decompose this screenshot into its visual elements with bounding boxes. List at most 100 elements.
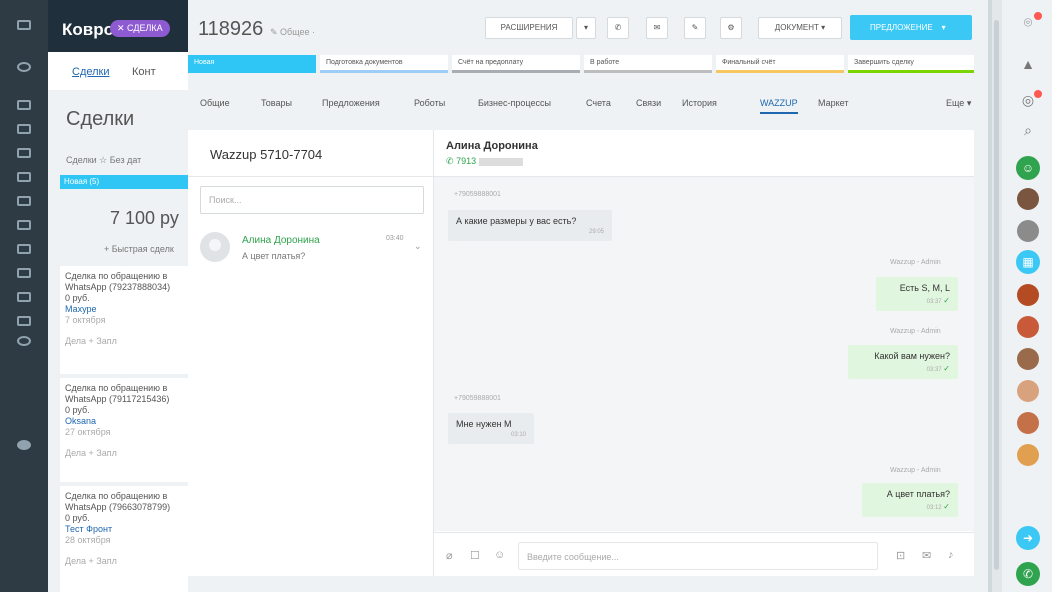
deal-panel: 118926 ✎ Общее · РАСШИРЕНИЯ ▾ ✆ ✉ ✎ ⚙ ДО… (188, 0, 988, 592)
deal-category[interactable]: ✎ Общее · (270, 27, 315, 38)
extensions-button[interactable]: РАСШИРЕНИЯ (485, 17, 573, 39)
message-text: Есть S, M, L (899, 283, 950, 293)
message-time: 03:37 (926, 299, 942, 305)
offer-button[interactable]: ПРЕДЛОЖЕНИЕ ▾ (850, 15, 972, 40)
quick-reply-icon[interactable]: ⊡ (896, 549, 905, 562)
avatar[interactable] (1017, 284, 1039, 306)
tab-robots[interactable]: Роботы (414, 98, 445, 108)
message-time: 03:10 (510, 432, 526, 438)
attach-icon[interactable]: ⌀ (446, 549, 453, 562)
company-logo: Ковро (62, 20, 114, 39)
stage-in-progress[interactable]: В работе (584, 55, 712, 73)
feed-icon[interactable] (17, 100, 31, 110)
check-icon: ✓ (943, 502, 950, 511)
avatar[interactable] (1017, 380, 1039, 402)
menu-icon[interactable] (17, 20, 31, 30)
deal-card-amount: 0 руб. (65, 293, 90, 303)
avatar[interactable] (1017, 316, 1039, 338)
chevron-down-icon[interactable]: ⌄ (414, 241, 422, 252)
stage-new[interactable]: Новая (188, 55, 316, 73)
settings-icon[interactable] (17, 336, 31, 346)
nav-contacts[interactable]: Конт (132, 66, 156, 78)
message-input[interactable]: Введите сообщение... (518, 542, 878, 570)
template-icon[interactable]: ☐ (470, 549, 480, 562)
message-time: 03:12 (926, 505, 942, 511)
phone-call-icon[interactable]: ✆ (1016, 562, 1040, 586)
message-list[interactable]: +79059888001 А какие размеры у вас есть?… (434, 176, 974, 531)
phone-icon[interactable]: ✆ (607, 17, 629, 39)
divider (188, 176, 434, 177)
stage-docs[interactable]: Подготовка документов (320, 55, 448, 73)
peer-name: Алина Доронина (446, 140, 538, 152)
tab-links[interactable]: Связи (636, 98, 661, 108)
offer-button-label: ПРЕДЛОЖЕНИЕ (870, 23, 933, 32)
filter-bar[interactable]: Сделки ☆ Без дат (66, 155, 141, 166)
stage-sum: 7 100 ру (110, 208, 179, 228)
extensions-dropdown[interactable]: ▾ (576, 17, 596, 39)
tab-business-processes[interactable]: Бизнес-процессы (478, 98, 551, 108)
quick-add-deal[interactable]: + Быстрая сделк (104, 244, 174, 254)
tab-general[interactable]: Общие (200, 98, 230, 108)
home-icon[interactable] (17, 62, 31, 72)
gear-icon[interactable]: ⚙ (720, 17, 742, 39)
contact-time: 03:40 (386, 235, 404, 242)
tab-offers[interactable]: Предложения (322, 98, 380, 108)
peer-phone-number: 7913 (456, 156, 477, 166)
emoji-icon[interactable]: ☺ (494, 549, 505, 561)
document-button[interactable]: ДОКУМЕНТ ▾ (758, 17, 842, 39)
stage-close-deal[interactable]: Завершить сделку (848, 55, 974, 73)
crm-navbar (48, 52, 190, 90)
avatar[interactable] (1017, 188, 1039, 210)
message-out: Какой вам нужен? 03:37 ✓ (848, 345, 958, 379)
workgroups-icon[interactable] (17, 292, 31, 302)
calendar-avatar[interactable]: ▦ (1016, 250, 1040, 274)
scrollbar-thumb[interactable] (994, 20, 999, 570)
avatar[interactable] (1017, 220, 1039, 242)
bot-icon[interactable] (17, 316, 31, 326)
calendar-icon[interactable] (17, 196, 31, 206)
tab-market[interactable]: Маркет (818, 98, 848, 108)
deal-card-footer: Дела + Запл (65, 448, 117, 458)
nav-deals[interactable]: Сделки (72, 66, 110, 78)
tab-more[interactable]: Еще ▾ (946, 98, 971, 109)
mail-icon[interactable]: ✉ (922, 549, 931, 562)
deal-card[interactable]: Сделка по обращению в WhatsApp (79663078… (60, 486, 190, 592)
drive-icon[interactable] (17, 220, 31, 230)
deal-id: 118926 (198, 18, 264, 40)
open-deal-tab[interactable]: ✕ СДЕЛКА (110, 20, 170, 37)
chat-icon[interactable] (17, 172, 31, 182)
deal-card-client: Махуре (65, 304, 97, 314)
chat-widget-icon[interactable]: ➜ (1016, 526, 1040, 550)
avatar[interactable] (1017, 348, 1039, 370)
left-sidebar (0, 0, 48, 592)
avatar[interactable] (1017, 444, 1039, 466)
tab-history[interactable]: История (682, 98, 717, 108)
mail-icon[interactable]: ✉ (646, 17, 668, 39)
tasks-icon[interactable] (17, 124, 31, 134)
crm-icon[interactable] (17, 244, 31, 254)
user-icon[interactable] (17, 440, 31, 450)
check-icon: ✓ (943, 296, 950, 305)
deal-card[interactable]: Сделка по обращению в WhatsApp (79237888… (60, 266, 190, 374)
message-in: Мне нужен M 03:10 (448, 413, 534, 444)
stage-final-invoice[interactable]: Финальный счёт (716, 55, 844, 73)
mail-icon[interactable] (17, 268, 31, 278)
bot-avatar[interactable]: ☺ (1016, 156, 1040, 180)
document-button-label: ДОКУМЕНТ (774, 23, 819, 32)
chat-bubble-icon[interactable]: ✎ (684, 17, 706, 39)
message-text: Какой вам нужен? (874, 351, 950, 361)
cart-icon[interactable] (17, 148, 31, 158)
search-icon[interactable]: ⌕ (1019, 122, 1037, 139)
notifications-icon[interactable]: ▲ (1019, 56, 1037, 72)
microphone-icon[interactable]: ♪ (948, 549, 954, 561)
tab-invoices[interactable]: Счета (586, 98, 611, 108)
tab-wazzup[interactable]: WAZZUP (760, 98, 798, 114)
stage-prepay-invoice[interactable]: Счёт на предоплату (452, 55, 580, 73)
avatar[interactable] (1017, 412, 1039, 434)
message-sender: Wazzup - Admin (890, 328, 941, 335)
search-input[interactable]: Поиск... (200, 186, 424, 214)
deal-card[interactable]: Сделка по обращению в WhatsApp (79117215… (60, 378, 190, 482)
chat-list-item[interactable]: Алина Доронина А цвет платья? 03:40 ⌄ (200, 228, 426, 268)
tab-products[interactable]: Товары (261, 98, 292, 108)
message-composer: ⌀ ☐ ☺ Введите сообщение... ⊡ ✉ ♪ (434, 532, 974, 576)
